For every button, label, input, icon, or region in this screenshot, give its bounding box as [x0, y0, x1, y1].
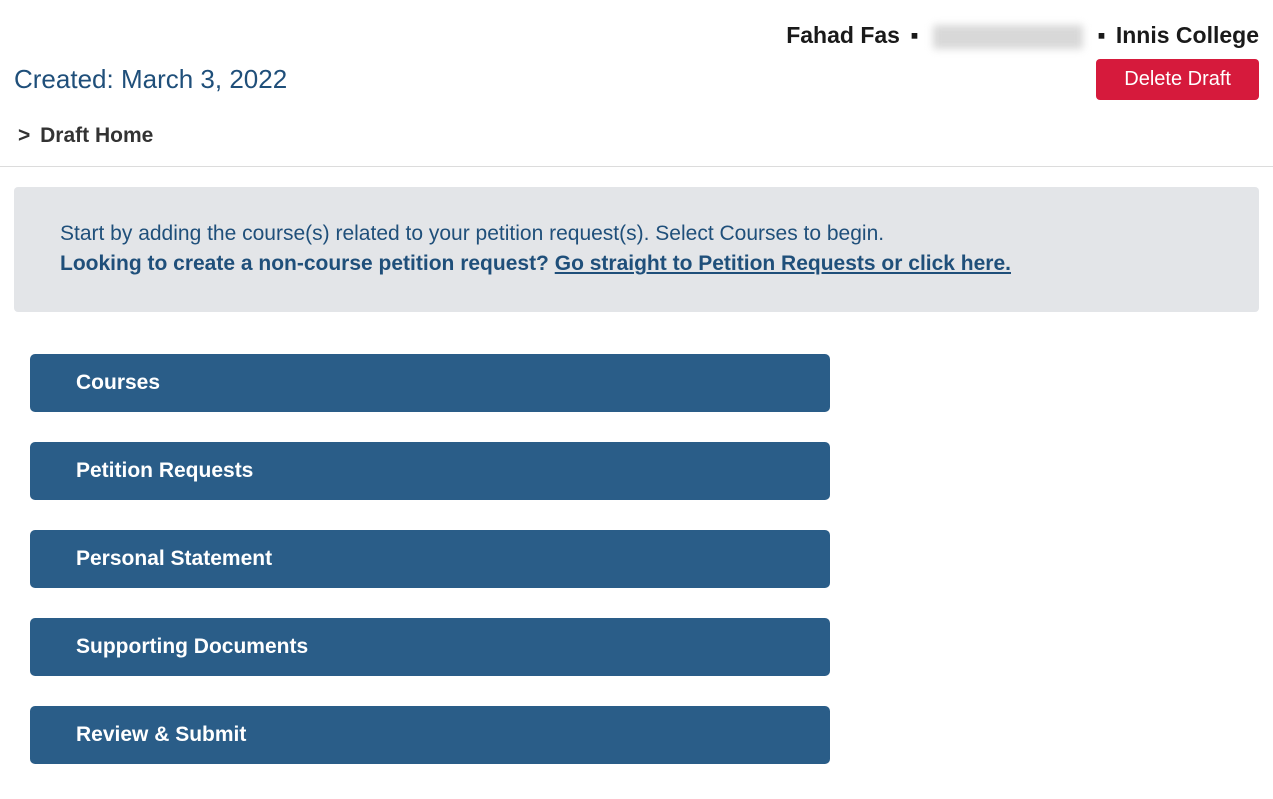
- breadcrumb: > Draft Home: [0, 100, 1273, 166]
- nav-personal-statement[interactable]: Personal Statement: [30, 530, 830, 588]
- breadcrumb-chevron: >: [18, 124, 30, 147]
- nav-petition-requests[interactable]: Petition Requests: [30, 442, 830, 500]
- nav-review-submit[interactable]: Review & Submit: [30, 706, 830, 764]
- created-date: Created: March 3, 2022: [14, 64, 287, 95]
- divider: [0, 166, 1273, 167]
- delete-draft-button[interactable]: Delete Draft: [1096, 59, 1259, 100]
- user-info-header: Fahad Fas ▪ ▪ Innis College: [0, 0, 1273, 49]
- redacted-id: [933, 25, 1083, 49]
- info-box: Start by adding the course(s) related to…: [14, 187, 1259, 312]
- separator-dot: ▪: [1097, 22, 1105, 48]
- breadcrumb-current: Draft Home: [40, 124, 153, 147]
- nav-list: Courses Petition Requests Personal State…: [30, 354, 830, 764]
- user-name: Fahad Fas: [786, 22, 900, 48]
- college-name: Innis College: [1116, 22, 1259, 48]
- separator-dot: ▪: [910, 22, 918, 48]
- info-line-2: Looking to create a non-course petition …: [60, 249, 1213, 279]
- petition-requests-link[interactable]: Go straight to Petition Requests or clic…: [555, 252, 1011, 275]
- nav-supporting-documents[interactable]: Supporting Documents: [30, 618, 830, 676]
- nav-courses[interactable]: Courses: [30, 354, 830, 412]
- header-row: Created: March 3, 2022 Delete Draft: [0, 49, 1273, 100]
- info-line-2-prefix: Looking to create a non-course petition …: [60, 252, 555, 275]
- info-line-1: Start by adding the course(s) related to…: [60, 219, 1213, 249]
